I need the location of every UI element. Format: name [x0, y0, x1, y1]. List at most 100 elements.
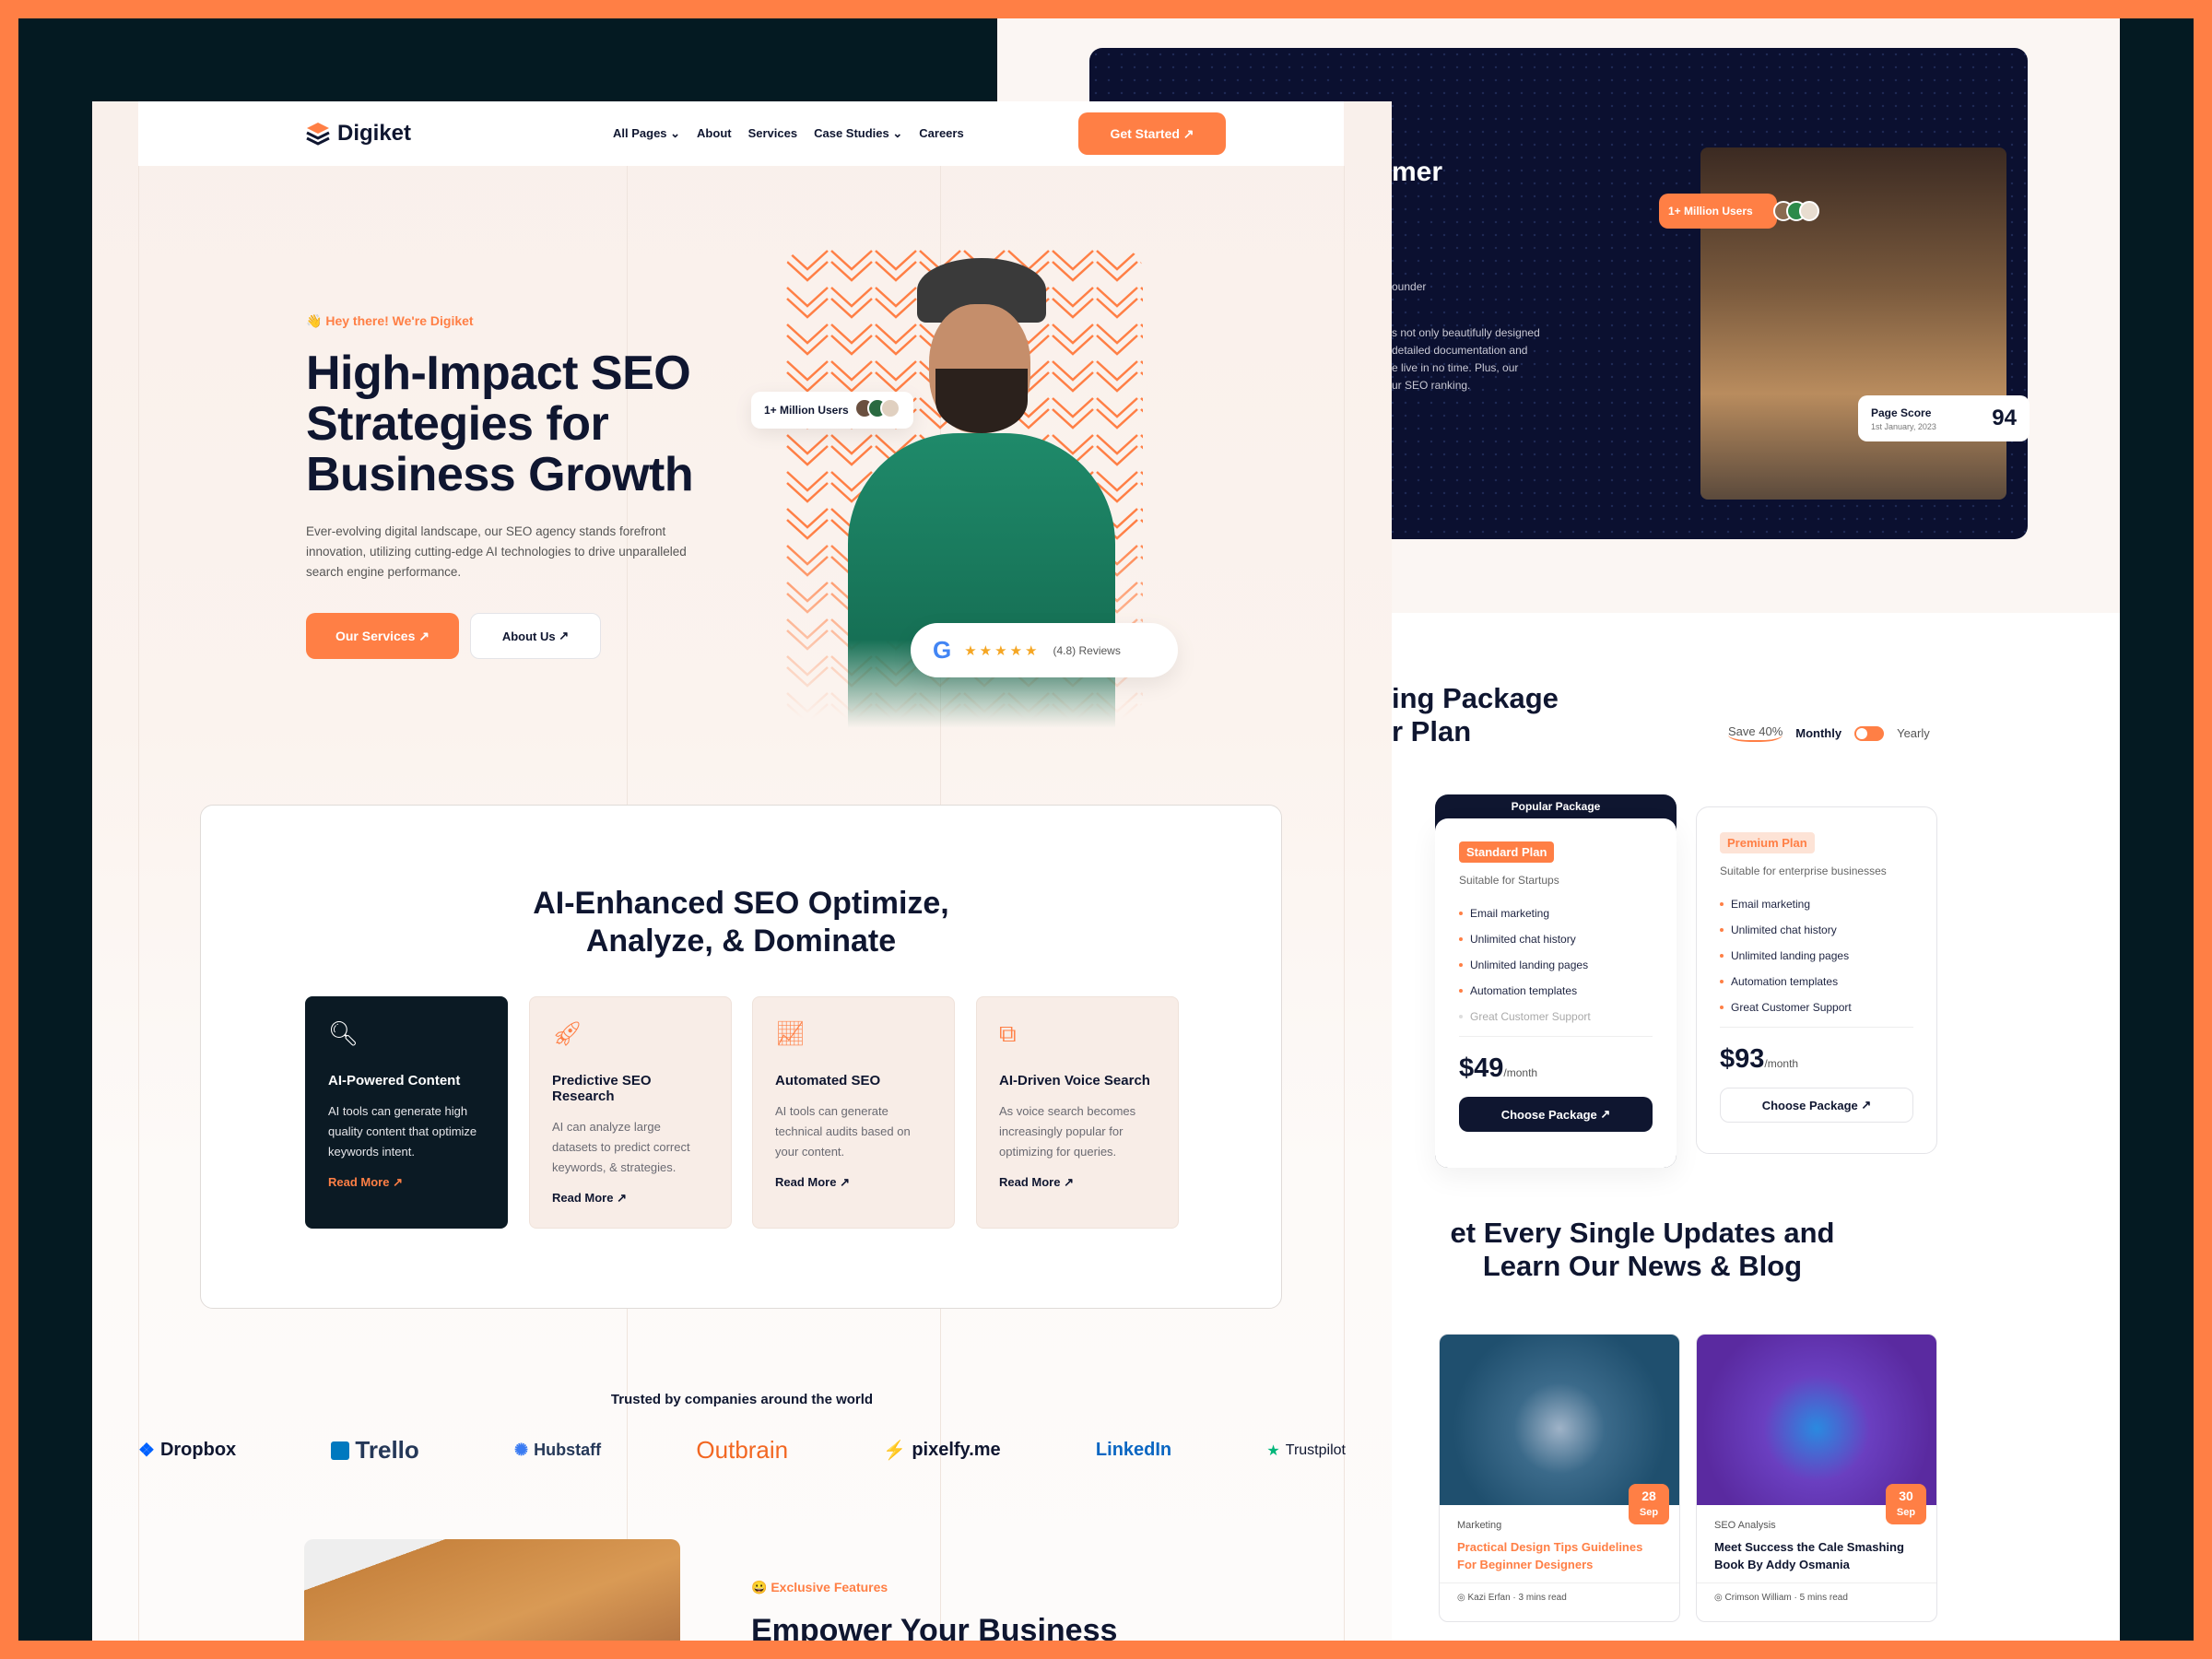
text-line: s not only beautifully designed	[1392, 326, 1540, 339]
author-role: ounder	[1392, 280, 1427, 293]
users-pill: 1+ Million Users	[751, 392, 913, 429]
button-label: About Us	[501, 629, 556, 643]
pricing-title: ing Package r Plan	[1392, 682, 1559, 748]
card-text: As voice search becomes increasingly pop…	[999, 1104, 1136, 1159]
logo-text: pixelfy.me	[912, 1440, 1001, 1460]
star-rating: ★★★★★	[964, 642, 1041, 659]
rocket-icon: 🚀︎	[552, 1019, 583, 1047]
about-us-button[interactable]: About Us ↗	[470, 613, 601, 659]
logo-linkedin: LinkedIn	[1095, 1440, 1172, 1460]
backdrop-strip	[2120, 18, 2194, 1641]
feature-item: Unlimited landing pages	[1720, 949, 1913, 962]
nav-about[interactable]: About	[697, 126, 732, 141]
feature-card[interactable]: 🚀︎ Predictive SEO Research AI can analyz…	[529, 996, 732, 1229]
post-meta: ◎ Crimson William · 5 mins read	[1697, 1583, 1936, 1612]
post-title[interactable]: Practical Design Tips Guidelines For Beg…	[1457, 1538, 1662, 1583]
read-more-link[interactable]: Read More ↗	[775, 1175, 932, 1190]
price-period: /month	[1764, 1057, 1799, 1070]
card-title: AI-Powered Content	[328, 1073, 461, 1088]
hubstaff-icon: ✺	[514, 1441, 529, 1459]
eyebrow-text: Exclusive Features	[771, 1580, 888, 1594]
feature-card[interactable]: 🔍︎ AI-Powered Content AI tools can gener…	[305, 996, 508, 1229]
google-icon: G	[933, 636, 952, 664]
read-time: 3 mins read	[1518, 1593, 1567, 1603]
plan-badge: Standard Plan	[1459, 841, 1555, 863]
hero-eyebrow: 👋 Hey there! We're Digiket	[306, 313, 474, 328]
our-services-button[interactable]: Our Services ↗	[306, 613, 459, 659]
nav-label: All Pages	[613, 126, 667, 140]
card-title: Predictive SEO Research	[552, 1073, 652, 1104]
feature-item: Great Customer Support	[1720, 1001, 1913, 1014]
brand-logo[interactable]: Digiket	[304, 120, 411, 147]
button-label: Choose Package	[1500, 1107, 1597, 1122]
avatar-group	[853, 397, 900, 423]
eyebrow-text: Hey there! We're Digiket	[325, 313, 474, 328]
users-label: 1+ Million Users	[1668, 205, 1753, 218]
date-month: Sep	[1639, 1507, 1659, 1518]
nav-all-pages[interactable]: All Pages ⌄	[613, 126, 680, 141]
logo-trustpilot: ★ Trustpilot	[1266, 1441, 1346, 1460]
launch-window-icon: ⧉	[999, 1019, 1017, 1047]
post-author: Crimson William	[1724, 1593, 1792, 1603]
choose-package-button[interactable]: Choose Package ↗	[1459, 1097, 1653, 1132]
title-line: Strategies for	[306, 397, 609, 451]
choose-package-button[interactable]: Choose Package ↗	[1720, 1088, 1913, 1123]
hero-title: High-Impact SEO Strategies for Business …	[306, 348, 694, 500]
billing-toggle[interactable]	[1854, 725, 1885, 741]
users-pill: 1+ Million Users	[1659, 194, 1777, 229]
title-line: AI-Enhanced SEO Optimize,	[533, 886, 949, 921]
post-image	[1440, 1335, 1679, 1505]
star-icon: ★	[1266, 1442, 1280, 1459]
feature-item: Email marketing	[1720, 898, 1913, 911]
blog-card[interactable]: 28 Sep Marketing Practical Design Tips Gu…	[1439, 1334, 1680, 1622]
rating-text: (4.8) Reviews	[1053, 643, 1121, 657]
nav-label: Case Studies	[814, 126, 889, 140]
logo-strip: ❖ Dropbox Trello ✺ Hubstaff Outbrain ⚡ pixe…	[138, 1436, 1346, 1465]
date-badge: 28 Sep	[1629, 1484, 1669, 1524]
nav-case-studies[interactable]: Case Studies ⌄	[814, 126, 902, 141]
popular-banner: Popular Package	[1511, 800, 1601, 813]
price: $93	[1720, 1044, 1765, 1074]
features-section: AI-Enhanced SEO Optimize, Analyze, & Dom…	[200, 805, 1282, 1309]
trusted-title: Trusted by companies around the world	[610, 1392, 874, 1407]
pixelfy-icon: ⚡	[883, 1441, 907, 1461]
exclusive-eyebrow: 😀 Exclusive Features	[751, 1580, 888, 1594]
feature-item: Great Customer Support	[1459, 1010, 1653, 1023]
text-line: e live in no time. Plus, our	[1392, 361, 1519, 374]
read-more-link[interactable]: Read More ↗	[328, 1175, 485, 1190]
card-title: Automated SEO	[775, 1073, 881, 1088]
get-started-button[interactable]: Get Started ↗	[1078, 112, 1226, 155]
text-line: detailed documentation and	[1392, 344, 1528, 357]
navbar: Digiket All Pages ⌄ About Services Case …	[138, 101, 1344, 166]
feature-item: Unlimited chat history	[1720, 924, 1913, 936]
read-more-link[interactable]: Read More ↗	[552, 1191, 709, 1206]
feature-card[interactable]: ⧉ AI-Driven Voice Search As voice search…	[976, 996, 1179, 1229]
feature-item: Automation templates	[1459, 984, 1653, 997]
post-title[interactable]: Meet Success the Cale Smashing Book By A…	[1714, 1538, 1919, 1583]
logo-text: Hubstaff	[534, 1441, 602, 1459]
title-line: ing Package	[1392, 682, 1559, 714]
billing-toggle-group: Save 40% Monthly Yearly	[1728, 724, 1930, 742]
logo-pixelfy: ⚡ pixelfy.me	[883, 1439, 1000, 1462]
page-score-card: Page Score 1st January, 2023 94	[1858, 395, 2030, 441]
date-badge: 30 Sep	[1886, 1484, 1926, 1524]
nav-careers[interactable]: Careers	[919, 126, 963, 141]
hero-paragraph: Ever-evolving digital landscape, our SEO…	[306, 524, 687, 579]
yearly-label[interactable]: Yearly	[1897, 726, 1930, 740]
title-line: Learn Our News & Blog	[1482, 1250, 1803, 1282]
card-text: AI can analyze large datasets to predict…	[552, 1120, 690, 1174]
score-label: Page Score	[1871, 406, 1932, 419]
card-title: AI-Driven Voice Search	[999, 1073, 1150, 1088]
link-label: Read More	[775, 1175, 837, 1189]
link-label: Read More	[328, 1175, 390, 1189]
read-more-link[interactable]: Read More ↗	[999, 1175, 1156, 1190]
feature-card[interactable]: 📈︎ Automated SEO AI tools can generate t…	[752, 996, 955, 1229]
nav-services[interactable]: Services	[748, 126, 798, 141]
workspace-image	[304, 1539, 680, 1641]
blog-card[interactable]: 30 Sep SEO Analysis Meet Success the Cale…	[1696, 1334, 1937, 1622]
monthly-label[interactable]: Monthly	[1795, 726, 1841, 740]
feature-list: Email marketing Unlimited chat history U…	[1459, 907, 1653, 1023]
section-title: mer	[1392, 157, 1443, 187]
text-line: ur SEO ranking.	[1392, 379, 1471, 392]
title-line: Analyze, & Dominate	[585, 924, 897, 959]
